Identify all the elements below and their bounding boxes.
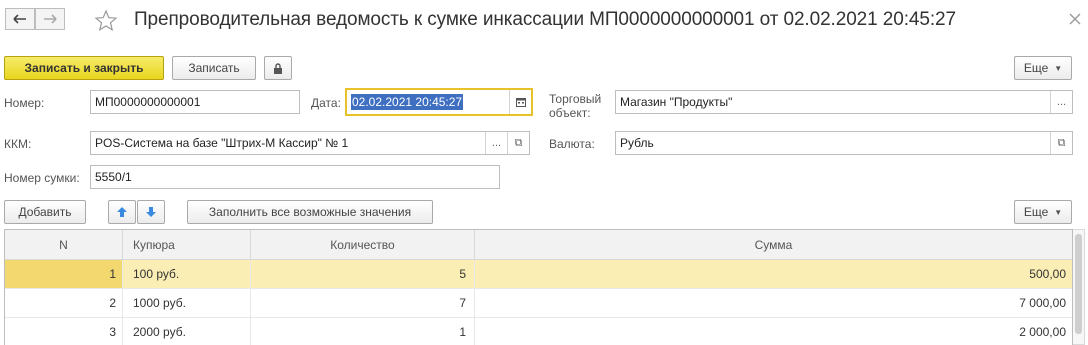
more-label: Еще (1023, 61, 1049, 75)
save-button[interactable]: Записать (172, 56, 256, 80)
arrow-up-icon (117, 207, 127, 217)
arrow-right-icon (44, 14, 57, 24)
currency-value: Рубль (620, 136, 654, 150)
store-label-line1: Торговый (549, 92, 602, 106)
page-title: Препроводительная ведомость к сумке инка… (134, 9, 956, 30)
cell-sum: 500,00 (1029, 267, 1066, 281)
store-label: Торговый объект: (549, 92, 601, 120)
arrow-left-icon (13, 14, 26, 24)
number-value: МП0000000000001 (95, 95, 201, 109)
kkm-choice-button[interactable]: ... (485, 132, 507, 154)
lock-icon (274, 62, 282, 74)
date-label: Дата: (311, 96, 341, 110)
store-value: Магазин "Продукты" (620, 95, 733, 109)
save-and-close-button[interactable]: Записать и закрыть (4, 56, 164, 80)
scrollbar-thumb[interactable] (1075, 234, 1082, 334)
fill-all-button[interactable]: Заполнить все возможные значения (187, 200, 433, 224)
currency-field[interactable]: Рубль ⧉ (615, 131, 1073, 155)
column-header-note[interactable]: Купюра (123, 230, 251, 259)
number-field[interactable]: МП0000000000001 (90, 90, 300, 114)
table-row[interactable]: 1 100 руб. 5 500,00 (5, 260, 1072, 289)
more-button[interactable]: Еще ▼ (1014, 56, 1072, 80)
cell-n: 1 (5, 260, 123, 288)
date-value: 02.02.2021 20:45:27 (351, 94, 464, 110)
table-row[interactable]: 3 2000 руб. 1 2 000,00 (5, 318, 1072, 345)
kkm-open-icon[interactable]: ⧉ (507, 132, 529, 154)
date-field[interactable]: 02.02.2021 20:45:27 (345, 88, 533, 116)
kkm-value: POS-Система на базе "Штрих-М Кассир" № 1 (95, 136, 349, 150)
store-label-line2: объект: (549, 106, 591, 120)
back-button[interactable] (5, 8, 35, 30)
currency-open-icon[interactable]: ⧉ (1050, 132, 1072, 154)
cell-n: 2 (5, 289, 123, 317)
cell-sum: 2 000,00 (1019, 325, 1066, 339)
move-down-button[interactable] (137, 200, 165, 224)
bag-number-field[interactable]: 5550/1 (90, 165, 500, 189)
denominations-table[interactable]: N Купюра Количество Сумма 1 100 руб. 5 5… (4, 229, 1073, 345)
store-choice-button[interactable]: ... (1050, 91, 1072, 113)
lock-button[interactable] (264, 56, 292, 80)
kkm-label: ККМ: (4, 137, 32, 151)
cell-quantity: 7 (251, 289, 475, 317)
chevron-down-icon: ▼ (1054, 207, 1063, 217)
currency-label: Валюта: (549, 137, 595, 151)
number-label: Номер: (4, 96, 45, 110)
chevron-down-icon: ▼ (1054, 63, 1063, 73)
bag-number-label: Номер сумки: (4, 171, 80, 185)
cell-n: 3 (5, 318, 123, 345)
column-header-sum[interactable]: Сумма (475, 230, 1072, 259)
store-field[interactable]: Магазин "Продукты" ... (615, 90, 1073, 114)
move-up-button[interactable] (108, 200, 136, 224)
forward-button[interactable] (35, 8, 65, 30)
column-header-n[interactable]: N (5, 230, 123, 259)
cell-note: 2000 руб. (123, 318, 251, 345)
cell-note: 100 руб. (123, 260, 251, 288)
table-more-button[interactable]: Еще ▼ (1014, 200, 1072, 224)
bag-number-value: 5550/1 (95, 170, 132, 184)
calendar-icon[interactable] (509, 90, 531, 114)
kkm-field[interactable]: POS-Система на базе "Штрих-М Кассир" № 1… (90, 131, 530, 155)
table-scrollbar[interactable] (1073, 229, 1085, 345)
arrow-down-icon (146, 207, 156, 217)
add-button[interactable]: Добавить (4, 200, 86, 224)
star-icon[interactable] (93, 9, 119, 31)
column-header-quantity[interactable]: Количество (251, 230, 475, 259)
cell-quantity: 5 (251, 260, 475, 288)
table-header: N Купюра Количество Сумма (5, 230, 1072, 260)
cell-note: 1000 руб. (123, 289, 251, 317)
cell-sum: 7 000,00 (1019, 296, 1066, 310)
cell-quantity: 1 (251, 318, 475, 345)
table-more-label: Еще (1023, 205, 1049, 219)
table-row[interactable]: 2 1000 руб. 7 7 000,00 (5, 289, 1072, 318)
close-icon[interactable] (1068, 12, 1082, 26)
